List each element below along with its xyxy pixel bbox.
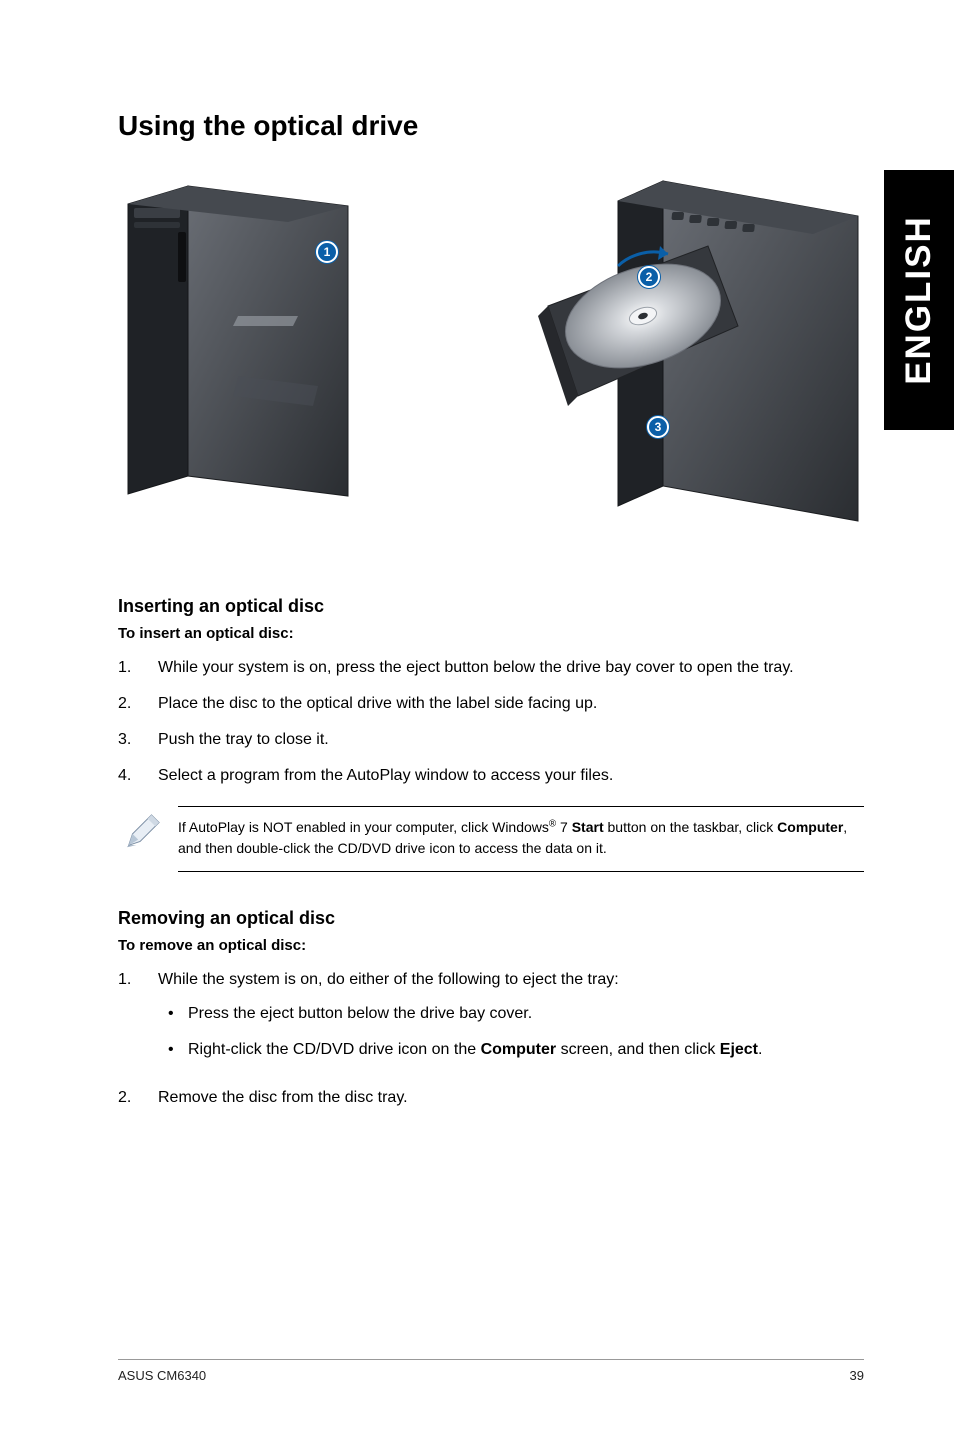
step-text: While your system is on, press the eject… [158, 656, 864, 680]
remove-steps: 1. While the system is on, do either of … [118, 968, 864, 1110]
step-number: 2. [118, 1086, 158, 1110]
callout-1: 1 [316, 241, 338, 263]
bullet-fragment: Right-click the CD/DVD drive icon on the [188, 1041, 481, 1058]
bullet-fragment: screen, and then click [556, 1041, 720, 1058]
pencil-note-icon [123, 813, 161, 851]
note-text: If AutoPlay is NOT enabled in your compu… [178, 819, 847, 856]
footer-page-number: 39 [850, 1368, 864, 1383]
insert-steps: 1. While your system is on, press the ej… [118, 656, 864, 788]
step-number: 2. [118, 692, 158, 716]
step-text: Remove the disc from the disc tray. [158, 1086, 864, 1110]
remove-lead: To remove an optical disc: [118, 937, 864, 954]
list-item: 1. While the system is on, do either of … [118, 968, 864, 1074]
callout-3: 3 [647, 416, 669, 438]
note-bold: Computer [777, 819, 843, 835]
callout-2: 2 [638, 266, 660, 288]
insert-lead: To insert an optical disc: [118, 625, 864, 642]
list-item: 2. Remove the disc from the disc tray. [118, 1086, 864, 1110]
page: ENGLISH Using the optical drive [0, 0, 954, 1438]
figures: 1 2 3 [118, 176, 864, 556]
sub-bullets: Press the eject button below the drive b… [158, 1002, 864, 1062]
step-number: 1. [118, 656, 158, 680]
footer-product: ASUS CM6340 [118, 1368, 206, 1383]
list-item: 2. Place the disc to the optical drive w… [118, 692, 864, 716]
bullet-bold: Eject [720, 1041, 758, 1058]
note-fragment: If AutoPlay is NOT enabled in your compu… [178, 819, 549, 835]
step-text: Push the tray to close it. [158, 728, 864, 752]
tower-closed-illustration [118, 176, 358, 516]
tower-open-tray-illustration [508, 176, 868, 536]
insert-heading: Inserting an optical disc [118, 596, 864, 617]
step-text: Select a program from the AutoPlay windo… [158, 764, 864, 788]
step-text: While the system is on, do either of the… [158, 968, 864, 1074]
list-item: Right-click the CD/DVD drive icon on the… [158, 1038, 864, 1062]
step-number: 3. [118, 728, 158, 752]
note-fragment: button on the taskbar, click [604, 819, 778, 835]
remove-heading: Removing an optical disc [118, 908, 864, 929]
note-fragment: 7 [556, 819, 572, 835]
bullet-fragment: . [758, 1041, 762, 1058]
language-tab-label: ENGLISH [899, 215, 939, 385]
list-item: 1. While your system is on, press the ej… [118, 656, 864, 680]
step-number: 1. [118, 968, 158, 1074]
footer: ASUS CM6340 39 [118, 1359, 864, 1383]
note-bold: Start [572, 819, 604, 835]
list-item: 4. Select a program from the AutoPlay wi… [118, 764, 864, 788]
step-text-fragment: While the system is on, do either of the… [158, 971, 619, 988]
step-text: Place the disc to the optical drive with… [158, 692, 864, 716]
page-title: Using the optical drive [118, 110, 864, 142]
list-item: 3. Push the tray to close it. [118, 728, 864, 752]
language-tab: ENGLISH [884, 170, 954, 430]
bullet-bold: Computer [481, 1041, 557, 1058]
note-box: If AutoPlay is NOT enabled in your compu… [178, 806, 864, 872]
step-number: 4. [118, 764, 158, 788]
list-item: Press the eject button below the drive b… [158, 1002, 864, 1026]
